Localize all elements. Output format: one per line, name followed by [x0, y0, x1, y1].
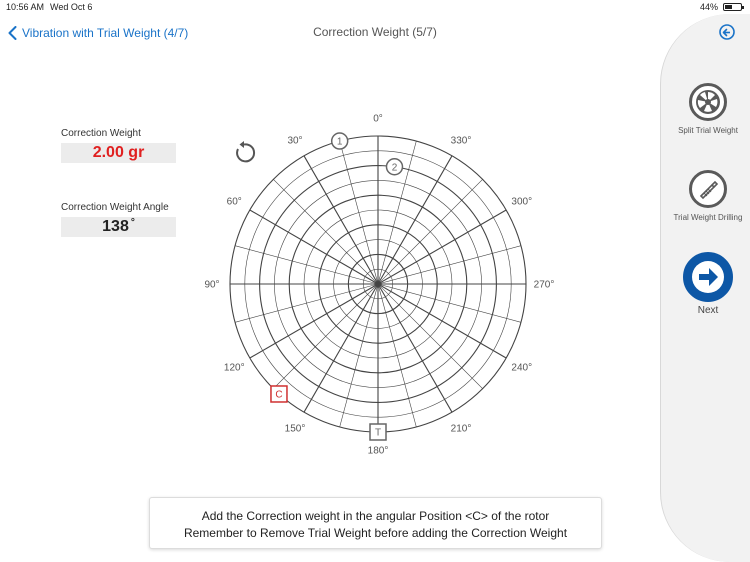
polar-angle-label: 150°: [285, 423, 306, 434]
polar-spoke: [303, 283, 379, 413]
polar-marker-2: 2: [385, 158, 404, 176]
polar-marker-c: C: [270, 385, 288, 403]
chevron-left-icon: [8, 26, 17, 40]
correction-weight-value: 2.00 gr: [61, 143, 176, 163]
status-time: 10:56 AM: [6, 2, 45, 12]
polar-angle-label: 60°: [227, 197, 242, 208]
polar-spoke: [377, 283, 453, 413]
drill-icon: [689, 170, 727, 208]
correction-weight-angle-box: 138 °: [61, 217, 176, 237]
correction-weight-label: Correction Weight: [61, 128, 141, 139]
split-trial-weight-label: Split Trial Weight: [678, 126, 738, 135]
polar-angle-label: 330°: [451, 136, 472, 147]
polar-spoke: [234, 283, 379, 323]
back-button[interactable]: Vibration with Trial Weight (4/7): [8, 24, 188, 42]
correction-weight-angle-value: 138: [102, 218, 129, 235]
next-button[interactable]: Next: [663, 252, 750, 316]
trial-weight-drilling-label: Trial Weight Drilling: [673, 213, 743, 222]
marker-label: 2: [392, 162, 398, 173]
polar-spoke: [234, 245, 379, 285]
instruction-line-1: Add the Correction weight in the angular…: [201, 509, 550, 523]
marker-label: C: [275, 389, 282, 400]
status-bar: 10:56 AM Wed Oct 6 44%: [0, 0, 750, 14]
degree-symbol: °: [130, 217, 135, 228]
battery-percent: 44%: [699, 2, 718, 12]
polar-angle-label: 0°: [373, 114, 383, 125]
polar-spoke: [273, 179, 379, 285]
split-trial-weight-button[interactable]: Split Trial Weight: [663, 83, 750, 135]
polar-spoke: [377, 179, 483, 285]
polar-spoke: [377, 245, 522, 285]
polar-angle-label: 90°: [204, 280, 219, 291]
polar-spoke: [377, 283, 483, 389]
correction-weight-angle-label: Correction Weight Angle: [61, 202, 169, 213]
status-date: Wed Oct 6: [50, 2, 93, 12]
polar-spoke: [273, 283, 379, 389]
split-weight-icon: [689, 83, 727, 121]
polar-plot: 0° 30° 60° 90° 120° 150° 180° 210° 240° 270° 300° 3…: [204, 114, 555, 457]
polar-spoke: [339, 283, 379, 428]
polar-angle-label: 120°: [224, 363, 245, 374]
marker-label: T: [375, 428, 381, 439]
polar-marker-t: T: [369, 423, 387, 441]
polar-spoke: [377, 155, 453, 285]
polar-spoke: [249, 283, 379, 359]
instruction-line-2: Remember to Remove Trial Weight before a…: [183, 526, 568, 540]
back-button-label: Vibration with Trial Weight (4/7): [22, 26, 189, 40]
polar-angle-label: 210°: [451, 423, 472, 434]
polar-spoke: [377, 209, 507, 285]
polar-spoke: [339, 140, 379, 285]
polar-angle-label: 270°: [534, 280, 555, 291]
polar-spoke: [303, 155, 379, 285]
polar-spoke: [377, 283, 507, 359]
polar-marker-1: 1: [330, 132, 349, 150]
polar-spoke: [377, 283, 417, 428]
polar-angle-label: 300°: [511, 197, 532, 208]
instruction-message: Add the Correction weight in the angular…: [149, 497, 602, 549]
polar-angle-label: 240°: [511, 363, 532, 374]
marker-label: 1: [337, 137, 343, 148]
polar-spoke: [377, 283, 522, 323]
undo-icon[interactable]: [719, 24, 735, 40]
polar-angle-label: 180°: [368, 446, 389, 457]
page-title: Correction Weight (5/7): [313, 25, 437, 39]
next-arrow-icon: [683, 252, 733, 302]
trial-weight-drilling-button[interactable]: Trial Weight Drilling: [663, 170, 750, 222]
polar-spoke: [249, 209, 379, 285]
battery-icon: [723, 3, 744, 11]
next-button-label: Next: [697, 305, 719, 316]
polar-angle-label: 30°: [287, 136, 302, 147]
